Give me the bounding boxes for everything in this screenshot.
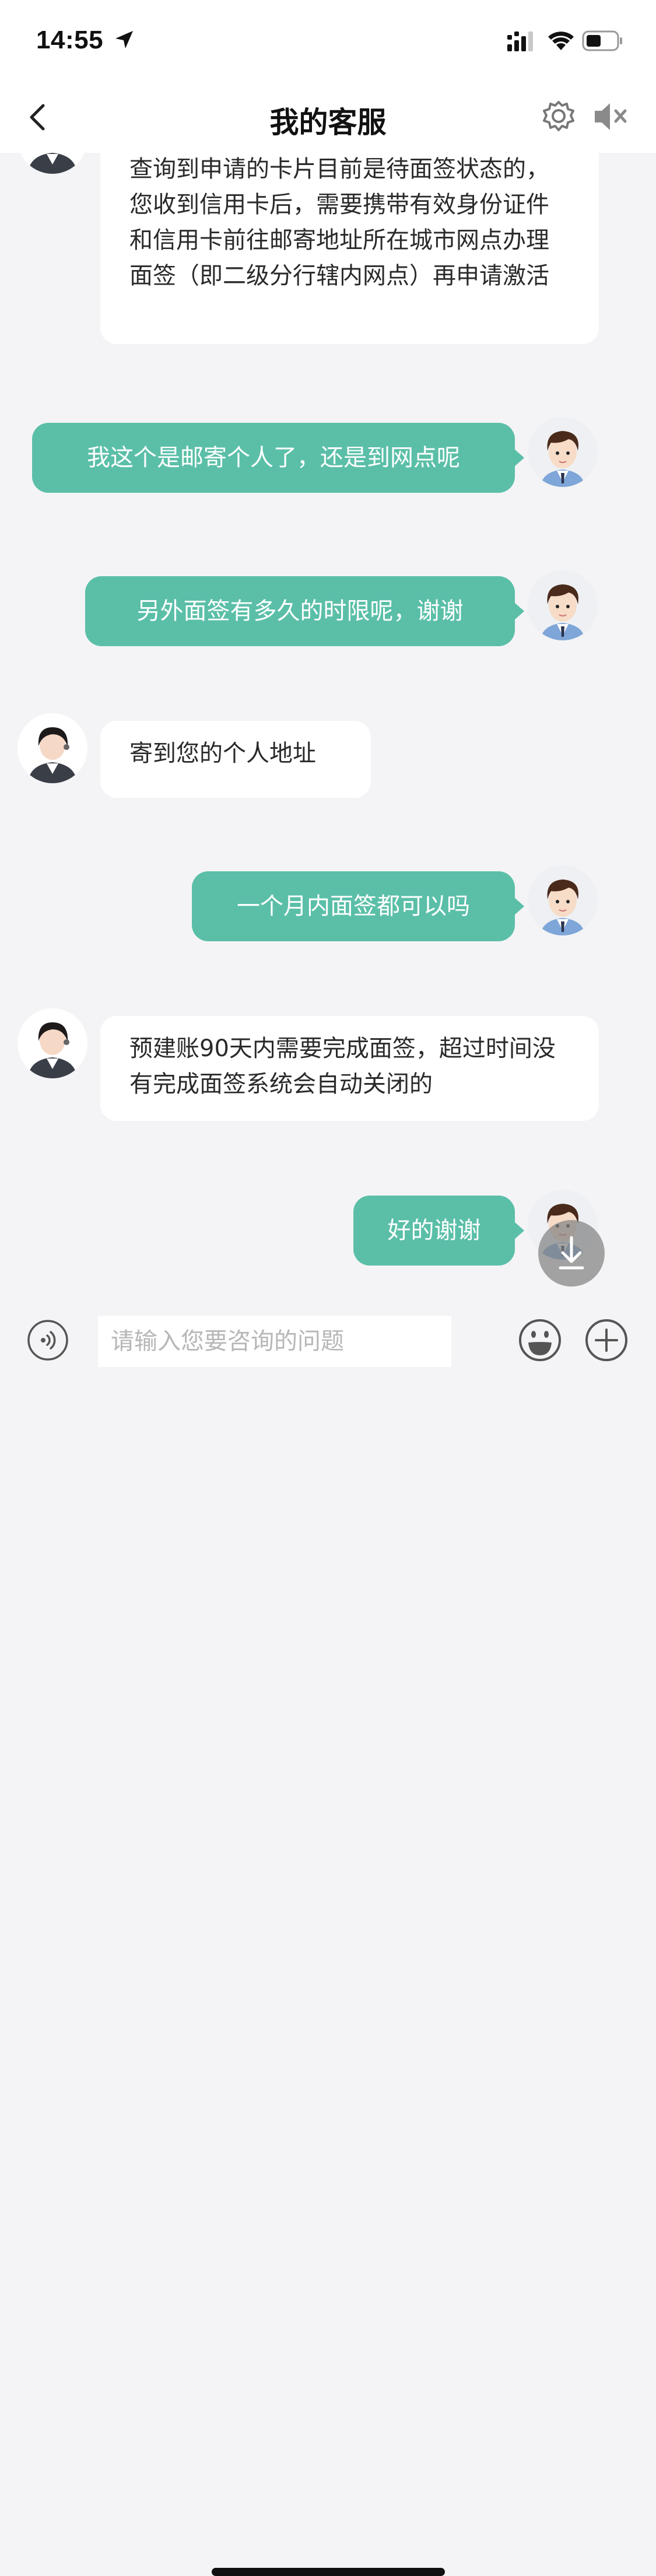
chat-message-user: 一个月内面签都可以吗 [192,871,524,941]
agent-avatar-image [17,713,87,783]
agent-avatar [17,713,87,783]
user-avatar [528,865,598,935]
chat-message-agent: 查询到申请的卡片目前是待面签状态的，您收到信用卡后，需要携带有效身份证件和信用卡… [100,153,599,344]
input-bar [0,1290,656,2576]
agent-avatar-image [17,1008,87,1078]
location-arrow-icon [115,31,133,48]
status-bar: 14:55 [0,0,656,82]
agent-avatar-image [17,153,87,174]
speaker-muted-icon[interactable] [592,100,630,133]
user-avatar-image [528,417,598,487]
gear-icon[interactable] [541,99,576,134]
chat-area[interactable]: 查询到申请的卡片目前是待面签状态的，您收到信用卡后，需要携带有效身份证件和信用卡… [0,153,656,1290]
home-indicator [212,2568,445,2576]
agent-avatar [17,1008,87,1078]
wifi-icon [548,31,574,50]
chat-message-user: 我这个是邮寄个人了，还是到网点呢 [32,423,524,493]
user-avatar [528,417,598,487]
chat-message-agent: 寄到您的个人地址 [100,721,371,798]
message-input[interactable] [98,1316,451,1367]
chat-message-agent: 预建账90天内需要完成面签，超过时间没有完成面签系统会自动关闭的 [100,1016,599,1121]
chat-message-user: 好的谢谢 [353,1196,524,1266]
voice-icon[interactable] [27,1319,69,1361]
download-arrow-icon [559,1236,584,1270]
battery-icon [582,30,622,51]
cellular-signal-icon [507,31,533,51]
nav-bar: 我的客服 [0,82,656,153]
chat-message-user: 另外面签有多久的时限呢，谢谢 [85,576,524,646]
status-time: 14:55 [36,26,104,54]
user-avatar [528,570,598,640]
agent-avatar [17,153,87,174]
user-avatar-image [528,570,598,640]
plus-icon[interactable] [584,1318,629,1362]
emoji-icon[interactable] [518,1318,562,1362]
user-avatar-image [528,865,598,935]
scroll-to-bottom-button[interactable] [538,1220,605,1287]
